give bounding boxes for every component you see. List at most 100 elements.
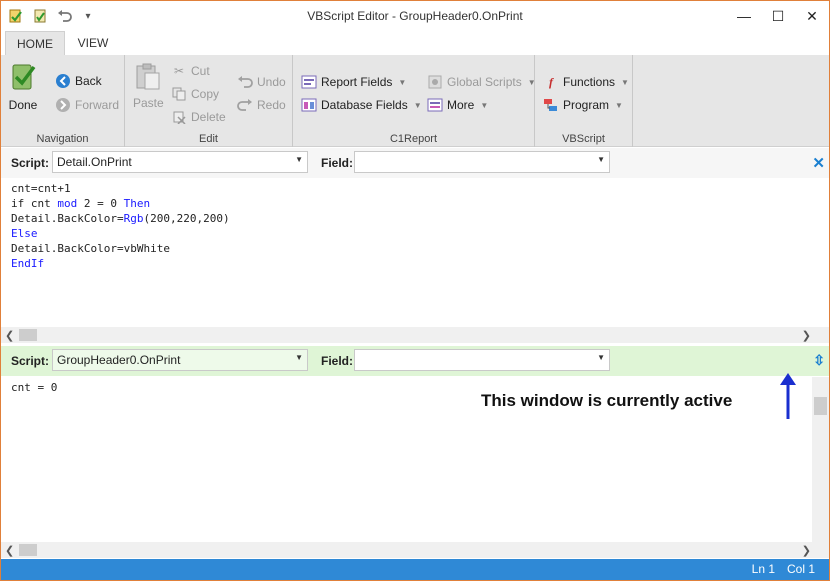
pane2-scroll-thumb[interactable] [19,544,37,556]
forward-button[interactable]: Forward [55,97,119,113]
scroll-left-icon[interactable]: ❮ [5,329,14,342]
more-icon [427,97,443,113]
undo-button[interactable]: Undo [237,74,286,90]
code-line: if cnt mod 2 = 0 Then [11,196,829,211]
done-button[interactable]: Done [7,61,39,112]
done-label: Done [8,98,38,112]
undo-arrow-icon [237,74,253,90]
chevron-down-icon: ▼ [597,353,605,362]
code-text: (200,220,200) [143,212,230,225]
split-pane-icon[interactable]: ⇳ [813,352,825,369]
code-line: Detail.BackColor=vbWhite [11,241,829,256]
chevron-down-icon: ▼ [597,155,605,164]
close-pane-icon[interactable]: ✕ [812,154,825,172]
code-keyword: Else [11,227,38,240]
code-keyword: mod [57,197,78,210]
pane2-code-line: cnt = 0 [11,381,58,394]
navigation-group: Done Back Forward Navigation [1,55,125,147]
database-fields-label: Database Fields [321,98,408,112]
tab-view[interactable]: VIEW [67,31,119,55]
chevron-down-icon: ▼ [480,100,489,110]
more-button[interactable]: More ▼ [427,97,488,113]
pane1-script-combo[interactable]: Detail.OnPrint ▼ [52,151,308,173]
code-line: Else [11,226,829,241]
pane1-script-bar: Script: Detail.OnPrint ▼ Field: ▼ ✕ [1,148,829,178]
copy-button[interactable]: Copy [171,86,219,102]
code-text: if cnt [11,197,58,210]
tab-home[interactable]: HOME [5,31,65,55]
scroll-right-icon[interactable]: ❯ [802,329,811,342]
code-text: 2 = 0 [77,197,124,210]
window-controls: — ☐ ✕ [727,1,829,31]
paste-icon [133,61,163,94]
code-line: EndIf [11,256,829,271]
paste-button[interactable]: Paste [133,61,164,110]
window-title: VBScript Editor - GroupHeader0.OnPrint [307,9,523,23]
back-arrow-icon [55,73,71,89]
edit-group: Paste ✂ Cut Copy Delete Undo Redo Edit [125,55,293,147]
global-scripts-button[interactable]: Global Scripts ▼ [427,74,536,90]
vbscript-group-label: VBScript [562,133,605,145]
pane1-code-editor[interactable]: cnt=cnt+1 if cnt mod 2 = 0 Then Detail.Bac… [1,179,829,327]
pane1-horizontal-scrollbar[interactable]: ❮ ❯ [1,327,829,343]
back-label: Back [75,74,102,88]
chevron-down-icon: ▼ [295,353,303,362]
pane2-script-combo[interactable]: GroupHeader0.OnPrint ▼ [52,349,308,371]
global-scripts-icon [427,74,443,90]
report-fields-icon [301,74,317,90]
delete-button[interactable]: Delete [171,109,226,125]
code-keyword: Then [123,197,151,210]
copy-icon [171,86,187,102]
c1report-group-label: C1Report [389,133,438,145]
pane2-field-combo[interactable]: ▼ [354,349,610,371]
edit-group-label: Edit [199,133,218,145]
global-scripts-label: Global Scripts [447,75,522,89]
functions-button[interactable]: f Functions ▼ [543,74,629,90]
pane2-vscroll-thumb[interactable] [814,397,827,415]
pane2-script-label: Script: [11,354,50,368]
scroll-right-icon[interactable]: ❯ [802,544,811,557]
chevron-down-icon: ▼ [398,77,407,87]
program-label: Program [563,98,610,112]
code-text: cnt=cnt+1 [11,182,71,195]
delete-icon [171,109,187,125]
pane2-vertical-scrollbar[interactable] [812,377,829,542]
redo-button[interactable]: Redo [237,97,286,113]
chevron-down-icon: ▼ [621,77,629,87]
ribbon: Done Back Forward Navigation Paste ✂ Cut… [1,55,829,147]
code-line: cnt=cnt+1 [11,181,829,196]
done-icon [7,61,39,96]
redo-label: Redo [257,98,286,112]
annotation-arrow-icon [780,373,796,419]
vbscript-group: f Functions ▼ Program ▼ VBScript [535,55,633,147]
pane1-script-label: Script: [11,156,50,170]
chevron-down-icon: ▼ [295,155,303,164]
copy-label: Copy [191,87,220,101]
database-fields-icon [301,97,317,113]
close-button[interactable]: ✕ [795,1,829,31]
undo-label: Undo [257,75,286,89]
maximize-button[interactable]: ☐ [761,1,795,31]
forward-label: Forward [75,98,120,112]
vbscript-editor-window: ▾ VBScript Editor - GroupHeader0.OnPrint… [0,0,830,581]
forward-arrow-icon [55,97,71,113]
report-fields-button[interactable]: Report Fields ▼ [301,74,406,90]
active-window-annotation: This window is currently active [481,391,733,410]
cut-button[interactable]: ✂ Cut [171,63,210,79]
functions-label: Functions [563,75,616,89]
pane2-script-value: GroupHeader0.OnPrint [57,353,181,367]
paste-label: Paste [133,96,164,110]
function-icon: f [549,74,553,89]
program-button[interactable]: Program ▼ [543,97,623,113]
delete-label: Delete [191,110,226,124]
pane1-scroll-thumb[interactable] [19,329,37,341]
pane2-script-bar: Script: GroupHeader0.OnPrint ▼ Field: ▼ … [1,346,829,376]
code-keyword: Rgb [123,212,144,225]
database-fields-button[interactable]: Database Fields ▼ [301,97,422,113]
ribbon-tabs: HOME VIEW [1,31,829,55]
back-button[interactable]: Back [55,73,102,89]
scroll-left-icon[interactable]: ❮ [5,544,14,557]
minimize-button[interactable]: — [727,1,761,31]
pane2-horizontal-scrollbar[interactable]: ❮ ❯ [1,542,829,558]
pane1-field-combo[interactable]: ▼ [354,151,610,173]
